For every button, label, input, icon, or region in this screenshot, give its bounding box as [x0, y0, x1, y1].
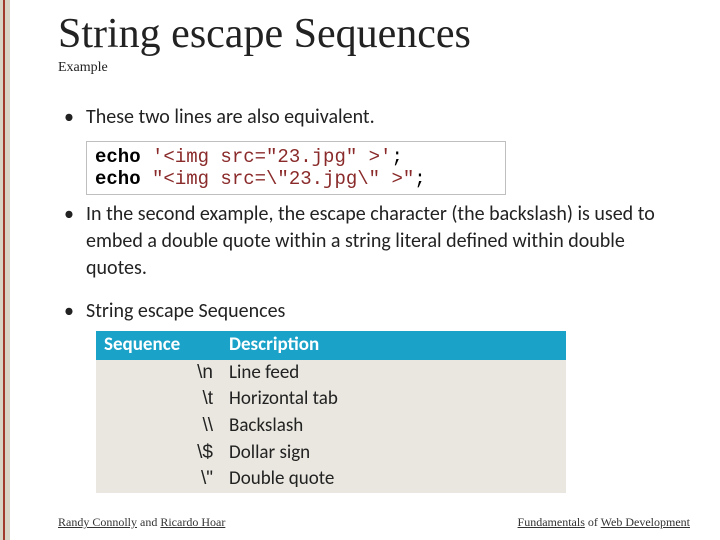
bullet-equivalent: These two lines are also equivalent. [58, 104, 690, 131]
table-cell-desc: Double quote [221, 466, 566, 493]
table-cell-desc: Line feed [221, 360, 566, 387]
slide-accent [0, 0, 10, 540]
table-cell-seq: \n [96, 360, 221, 387]
code-keyword: echo [95, 168, 141, 190]
slide-content: These two lines are also equivalent. ech… [58, 104, 690, 493]
code-terminator: ; [391, 146, 402, 168]
code-string: '<img src="23.jpg" >' [152, 146, 391, 168]
code-string: "<img src=\"23.jpg\" >" [152, 168, 414, 190]
table-cell-desc: Dollar sign [221, 440, 566, 467]
footer-author-2: Ricardo Hoar [160, 515, 225, 529]
escape-table: Sequence Description \n Line feed \t Hor… [96, 331, 690, 493]
table-cell-desc: Horizontal tab [221, 386, 566, 413]
table-cell-seq: \t [96, 386, 221, 413]
table-cell-seq: \\ [96, 413, 221, 440]
footer-author-1: Randy Connolly [58, 515, 137, 529]
footer-left: Randy Connolly and Ricardo Hoar [58, 515, 225, 530]
table-cell-desc: Backslash [221, 413, 566, 440]
footer-text: and [137, 515, 160, 529]
slide-title: String escape Sequences [58, 10, 690, 58]
code-space [141, 146, 152, 168]
code-space [141, 168, 152, 190]
footer: Randy Connolly and Ricardo Hoar Fundamen… [58, 515, 690, 530]
table-header-description: Description [221, 331, 566, 360]
bullet-explanation: In the second example, the escape charac… [58, 201, 690, 282]
slide-subtitle: Example [58, 60, 690, 76]
slide: String escape Sequences Example These tw… [10, 0, 720, 540]
footer-text: of [585, 515, 601, 529]
footer-book-1: Fundamentals [518, 515, 585, 529]
table-cell-seq: \" [96, 466, 221, 493]
footer-book-2: Web Development [601, 515, 690, 529]
code-block: echo '<img src="23.jpg" >'; echo "<img s… [86, 141, 506, 195]
table-cell-seq: \$ [96, 440, 221, 467]
code-keyword: echo [95, 146, 141, 168]
code-terminator: ; [414, 168, 425, 190]
code-line-2: echo "<img src=\"23.jpg\" >"; [95, 168, 497, 190]
footer-right: Fundamentals of Web Development [518, 515, 690, 530]
bullet-table-heading: String escape Sequences [58, 298, 690, 325]
table-header-sequence: Sequence [96, 331, 221, 360]
code-line-1: echo '<img src="23.jpg" >'; [95, 146, 497, 168]
